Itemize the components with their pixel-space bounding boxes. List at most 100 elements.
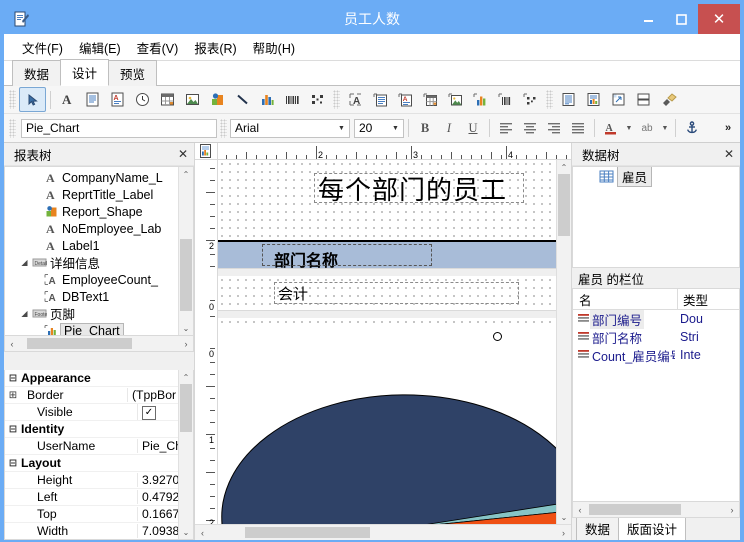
- shape-icon[interactable]: [205, 88, 230, 111]
- tree-item-companyname[interactable]: A CompanyName_L: [5, 169, 193, 186]
- footer-band[interactable]: [218, 318, 568, 524]
- detail-band[interactable]: 会计: [218, 276, 557, 310]
- fields-hscrollbar[interactable]: ‹ ›: [572, 502, 740, 518]
- highlight-dropdown-icon[interactable]: ▼: [659, 117, 671, 139]
- canvas-hscrollbar[interactable]: ‹ ›: [195, 524, 571, 540]
- font-color-dropdown-icon[interactable]: ▼: [623, 117, 635, 139]
- group-header-object-outline[interactable]: [262, 244, 432, 266]
- page-style-icon[interactable]: [631, 88, 656, 111]
- collapse-icon[interactable]: ⊟: [5, 373, 21, 384]
- maximize-button[interactable]: [665, 4, 698, 34]
- bold-button[interactable]: B: [413, 117, 437, 139]
- data-tree-table-item[interactable]: 雇员: [573, 167, 739, 187]
- collapse-icon-2[interactable]: ⊟: [5, 424, 21, 435]
- menu-view[interactable]: 查看(V): [129, 35, 187, 60]
- menu-report[interactable]: 报表(R): [186, 35, 244, 60]
- region-icon[interactable]: [556, 88, 581, 111]
- property-top[interactable]: Top 0.16670: [5, 506, 193, 523]
- canvas-scroll-up-icon[interactable]: ⌃: [557, 160, 571, 174]
- scroll-thumb-2[interactable]: [180, 384, 192, 432]
- format-brush-icon[interactable]: [656, 88, 681, 111]
- line-icon[interactable]: [230, 88, 255, 111]
- column-header-name[interactable]: 名: [573, 289, 678, 309]
- field-row-deptname[interactable]: 部门名称 Stri: [573, 328, 739, 346]
- field-row-deptno[interactable]: 部门编号 Dou: [573, 309, 739, 329]
- minimize-button[interactable]: [632, 4, 665, 34]
- scroll-thumb-h[interactable]: [27, 338, 132, 349]
- property-width[interactable]: Width 7.09380: [5, 523, 193, 539]
- canvas-scroll-right-icon[interactable]: ›: [556, 528, 571, 538]
- close-icon-2[interactable]: ✕: [724, 147, 734, 161]
- property-left[interactable]: Left 0.47920: [5, 489, 193, 506]
- tab-preview[interactable]: 预览: [108, 60, 158, 86]
- property-visible[interactable]: Visible ✓: [5, 404, 193, 421]
- chevron-down-icon-2[interactable]: ▼: [388, 125, 403, 132]
- horizontal-ruler[interactable]: 2 3 4: [218, 143, 571, 160]
- menu-edit[interactable]: 编辑(E): [71, 35, 129, 60]
- scroll-up-icon[interactable]: ⌃: [179, 167, 193, 181]
- canvas-vscrollbar[interactable]: ⌃ ⌄: [556, 160, 571, 524]
- property-group-appearance[interactable]: ⊟ Appearance: [5, 370, 193, 387]
- selection-handle[interactable]: [493, 332, 502, 341]
- report-layout-icon[interactable]: [195, 143, 218, 159]
- tree-item-reprttitle[interactable]: A ReprtTitle_Label: [5, 186, 193, 203]
- align-justify-icon[interactable]: [566, 117, 590, 139]
- tree-item-dbtext1[interactable]: A DBText1: [5, 288, 193, 305]
- expand-icon[interactable]: ⊞: [5, 390, 21, 401]
- db-chart-icon[interactable]: [468, 88, 493, 111]
- tab-data[interactable]: 数据: [12, 60, 62, 86]
- canvas-scroll-left-icon[interactable]: ‹: [195, 528, 210, 538]
- close-button[interactable]: ✕: [698, 4, 740, 34]
- scroll-right-icon[interactable]: ›: [179, 339, 193, 349]
- property-group-layout[interactable]: ⊟ Layout: [5, 455, 193, 472]
- property-height[interactable]: Height 3.92709: [5, 472, 193, 489]
- fields-scroll-thumb[interactable]: [589, 504, 681, 515]
- title-band[interactable]: 每个部门的员工: [218, 160, 557, 240]
- property-border[interactable]: ⊞ Border (TppBor: [5, 387, 193, 404]
- font-size-combo[interactable]: 20 ▼: [354, 118, 404, 138]
- scroll-up-icon-2[interactable]: ⌃: [179, 370, 193, 384]
- image-icon[interactable]: [180, 88, 205, 111]
- fields-scroll-left-icon[interactable]: ‹: [573, 505, 587, 515]
- db-rich-text-icon[interactable]: A: [393, 88, 418, 111]
- align-right-icon[interactable]: [542, 117, 566, 139]
- anchor-icon[interactable]: [680, 117, 704, 139]
- crosstab-icon[interactable]: [606, 88, 631, 111]
- report-tree-vscrollbar[interactable]: ⌃ ⌄: [178, 167, 193, 335]
- font-color-icon[interactable]: A: [599, 117, 623, 139]
- report-title-object[interactable]: 每个部门的员工: [314, 173, 524, 203]
- detail-field-object[interactable]: 会计: [274, 282, 519, 304]
- toolbar-grip-2[interactable]: [333, 90, 340, 109]
- db-text-icon[interactable]: A: [343, 88, 368, 111]
- properties-vscrollbar[interactable]: ⌃ ⌄: [178, 370, 193, 539]
- clock-icon[interactable]: [130, 88, 155, 111]
- bar-chart-icon[interactable]: [255, 88, 280, 111]
- highlight-icon[interactable]: ab: [635, 117, 659, 139]
- scroll-down-icon-2[interactable]: ⌄: [179, 525, 193, 539]
- canvas-scroll-thumb-h[interactable]: [245, 527, 370, 538]
- menu-help[interactable]: 帮助(H): [245, 35, 303, 60]
- scroll-thumb[interactable]: [180, 239, 192, 311]
- property-username[interactable]: UserName Pie_Cha: [5, 438, 193, 455]
- align-center-icon[interactable]: [518, 117, 542, 139]
- fields-scroll-right-icon[interactable]: ›: [725, 505, 739, 515]
- italic-button[interactable]: I: [437, 117, 461, 139]
- field-row-count[interactable]: Count_雇员编号 Inte: [573, 346, 739, 364]
- toolbar-overflow-button[interactable]: »: [716, 117, 740, 139]
- tree-item-footer-band[interactable]: ◢ Footer 页脚: [5, 305, 193, 322]
- tree-item-pie-chart[interactable]: Pie_Chart: [5, 322, 193, 335]
- expander-icon-2[interactable]: ◢: [19, 309, 30, 318]
- scroll-down-icon[interactable]: ⌄: [179, 321, 193, 335]
- label-icon[interactable]: A: [55, 88, 80, 111]
- memo-icon[interactable]: [80, 88, 105, 111]
- tab-design[interactable]: 设计: [60, 59, 110, 86]
- pointer-icon[interactable]: [19, 87, 46, 112]
- tree-item-detail-band[interactable]: ◢ Detail 详细信息: [5, 254, 193, 271]
- property-group-identity[interactable]: ⊟ Identity: [5, 421, 193, 438]
- bottom-tab-data[interactable]: 数据: [576, 516, 620, 540]
- visible-checkbox[interactable]: ✓: [142, 406, 156, 420]
- chevron-down-icon[interactable]: ▼: [334, 125, 349, 132]
- report-design-surface[interactable]: 每个部门的员工 部门名称 会计 ⌃ ⌄: [218, 160, 571, 524]
- rich-text-icon[interactable]: A: [105, 88, 130, 111]
- expander-icon[interactable]: ◢: [19, 258, 30, 267]
